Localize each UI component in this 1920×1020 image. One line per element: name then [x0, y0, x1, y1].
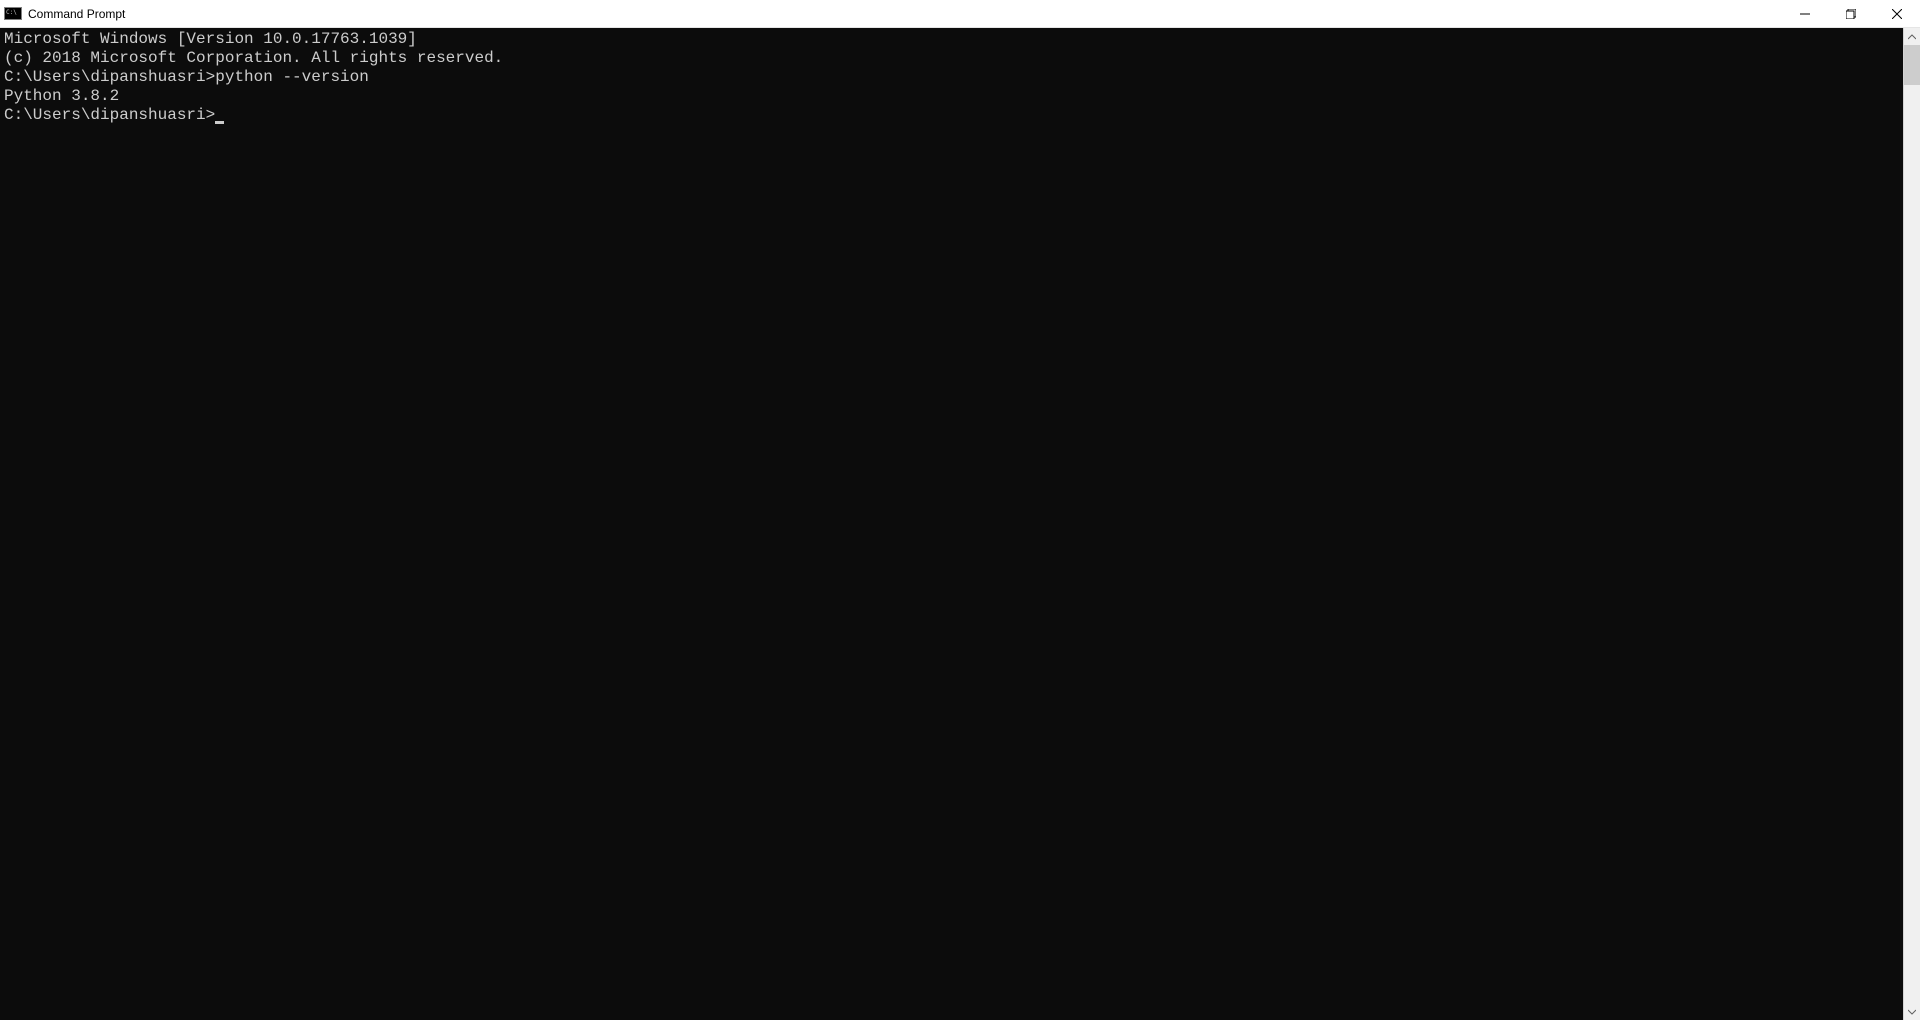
terminal-prompt: C:\Users\dipanshuasri>	[4, 106, 215, 124]
titlebar-left: Command Prompt	[0, 7, 125, 21]
cursor	[215, 121, 224, 124]
content-area: Microsoft Windows [Version 10.0.17763.10…	[0, 28, 1920, 1020]
close-button[interactable]	[1874, 0, 1920, 27]
scroll-down-button[interactable]	[1904, 1003, 1920, 1020]
minimize-icon	[1800, 9, 1810, 19]
cmd-prompt-icon	[4, 7, 22, 21]
terminal-line: C:\Users\dipanshuasri>	[4, 106, 1899, 125]
maximize-button[interactable]	[1828, 0, 1874, 27]
titlebar[interactable]: Command Prompt	[0, 0, 1920, 28]
minimize-button[interactable]	[1782, 0, 1828, 27]
chevron-down-icon	[1908, 1008, 1916, 1016]
window-controls	[1782, 0, 1920, 27]
window-title: Command Prompt	[28, 7, 125, 21]
close-icon	[1892, 9, 1902, 19]
window: Command Prompt Microsoft Windows [Versio…	[0, 0, 1920, 1020]
scroll-track[interactable]	[1904, 45, 1920, 1003]
scroll-thumb[interactable]	[1904, 45, 1920, 85]
terminal-line: (c) 2018 Microsoft Corporation. All righ…	[4, 49, 1899, 68]
terminal-output[interactable]: Microsoft Windows [Version 10.0.17763.10…	[0, 28, 1903, 1020]
terminal-line: C:\Users\dipanshuasri>python --version	[4, 68, 1899, 87]
maximize-icon	[1846, 9, 1856, 19]
vertical-scrollbar[interactable]	[1903, 28, 1920, 1020]
terminal-line: Microsoft Windows [Version 10.0.17763.10…	[4, 30, 1899, 49]
chevron-up-icon	[1908, 33, 1916, 41]
scroll-up-button[interactable]	[1904, 28, 1920, 45]
terminal-line: Python 3.8.2	[4, 87, 1899, 106]
